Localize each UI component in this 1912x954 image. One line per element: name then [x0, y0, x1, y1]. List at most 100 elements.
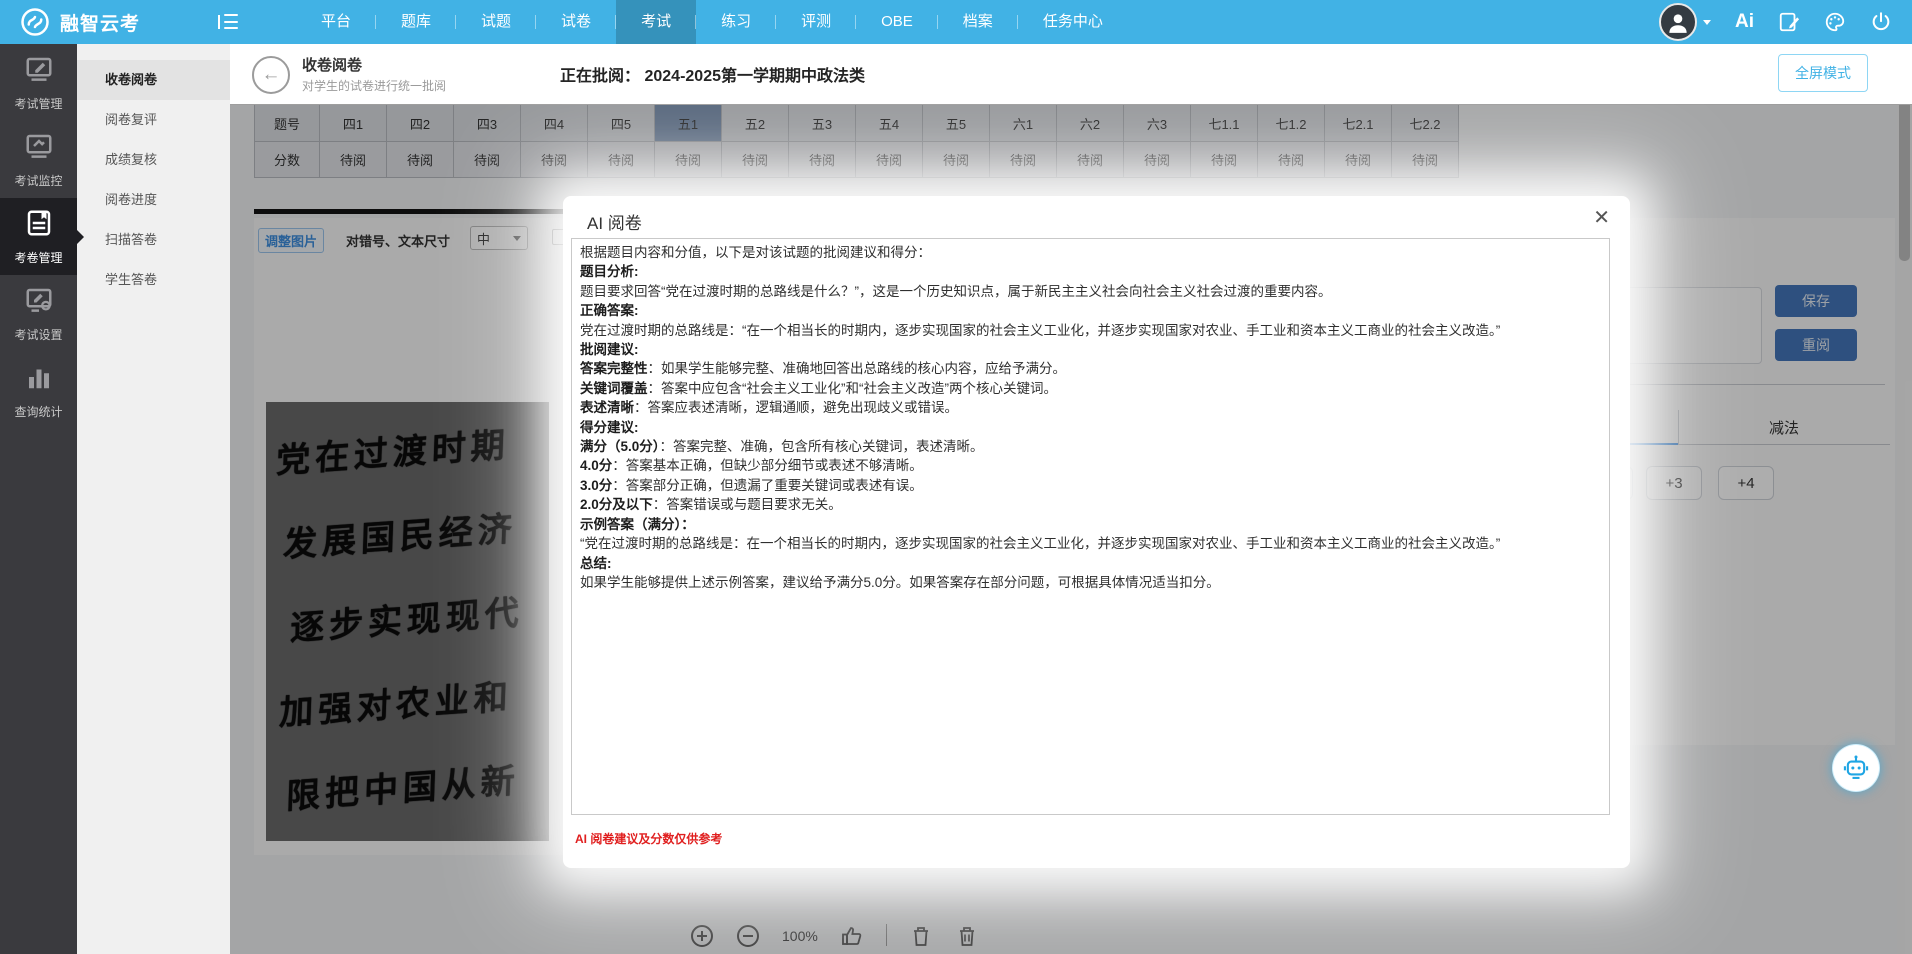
question-cell[interactable]: 五1 — [655, 104, 722, 141]
nav-tab-7[interactable]: 评测 — [776, 0, 856, 44]
nav-tab-2[interactable]: 题库 — [376, 0, 456, 44]
ai-text-span: “党在过渡时期的总路线是：在一个相当长的时期内，逐步实现国家的社会主义工业化，并… — [580, 536, 1500, 551]
size-select[interactable]: 中 — [470, 226, 528, 250]
thumb-up-icon[interactable] — [840, 924, 864, 948]
question-cell[interactable]: 七2.1 — [1325, 104, 1392, 141]
score-cell[interactable]: 待阅 — [722, 141, 789, 178]
regrade-button[interactable]: 重阅 — [1775, 329, 1857, 361]
submenu-item-1[interactable]: 收卷阅卷 — [77, 60, 230, 100]
handwriting-line: 发展国民经济 — [282, 499, 549, 568]
nav-right: Ai — [1659, 3, 1912, 41]
back-button[interactable]: ← — [252, 56, 290, 94]
question-cell[interactable]: 四5 — [588, 104, 655, 141]
sidebar-item-2[interactable]: 考试监控 — [0, 121, 77, 198]
score-cell[interactable]: 待阅 — [1057, 141, 1124, 178]
score-cell[interactable]: 待阅 — [655, 141, 722, 178]
submenu-item-6[interactable]: 学生答卷 — [77, 260, 230, 300]
nav-tab-5[interactable]: 考试 — [616, 0, 696, 44]
question-cell[interactable]: 四1 — [320, 104, 387, 141]
sidebar-item-1[interactable]: 考试管理 — [0, 44, 77, 121]
adjust-image-button[interactable]: 调整图片 — [258, 228, 324, 253]
question-cell[interactable]: 六2 — [1057, 104, 1124, 141]
ai-text-bold: 答案完整性 — [580, 361, 648, 376]
size-select-value: 中 — [477, 229, 490, 248]
score-cell[interactable]: 待阅 — [1191, 141, 1258, 178]
question-cell[interactable]: 七1.1 — [1191, 104, 1258, 141]
ai-assistant-button[interactable] — [1833, 745, 1879, 791]
score-cell[interactable]: 待阅 — [1325, 141, 1392, 178]
nav-tab-4[interactable]: 试卷 — [536, 0, 616, 44]
ai-text-line: 满分（5.0分）：答案完整、准确，包含所有核心关键词，表述清晰。 — [580, 437, 1601, 456]
nav-tab-3[interactable]: 试题 — [456, 0, 536, 44]
grading-label: 正在批阅： — [560, 68, 640, 85]
nav-tab-9[interactable]: 档案 — [938, 0, 1018, 44]
ai-text-span: 党在过渡时期的总路线是：“在一个相当长的时期内，逐步实现国家的社会主义工业化，并… — [580, 323, 1500, 338]
question-cell[interactable]: 六1 — [990, 104, 1057, 141]
user-icon — [1665, 9, 1691, 35]
close-icon[interactable]: ✕ — [1593, 206, 1610, 230]
score-cell[interactable]: 待阅 — [923, 141, 990, 178]
delete-icon[interactable] — [909, 924, 933, 948]
theme-palette-icon[interactable] — [1824, 11, 1846, 33]
sidebar-item-3[interactable]: 考卷管理 — [0, 198, 77, 275]
nav-tab-6[interactable]: 练习 — [696, 0, 776, 44]
submenu-item-4[interactable]: 阅卷进度 — [77, 180, 230, 220]
score-cell[interactable]: 待阅 — [320, 141, 387, 178]
tab-subtraction[interactable]: 减法 — [1678, 410, 1890, 444]
collapse-menu-icon[interactable] — [218, 14, 238, 30]
nav-tab-8[interactable]: OBE — [856, 0, 938, 44]
ai-icon[interactable]: Ai — [1735, 11, 1754, 33]
save-button[interactable]: 保存 — [1775, 285, 1857, 317]
sidebar-item-5[interactable]: 查询统计 — [0, 352, 77, 429]
score-cell[interactable]: 待阅 — [856, 141, 923, 178]
score-cell[interactable]: 待阅 — [387, 141, 454, 178]
score-key-plus3[interactable]: +3 — [1646, 466, 1702, 500]
ai-text-line: 如果学生能够提供上述示例答案，建议给予满分5.0分。如果答案存在部分问题，可根据… — [580, 573, 1601, 592]
exam-admin-icon — [24, 54, 54, 89]
question-cell[interactable]: 五3 — [789, 104, 856, 141]
question-cell[interactable]: 六3 — [1124, 104, 1191, 141]
score-key-plus4[interactable]: +4 — [1718, 466, 1774, 500]
submenu-item-2[interactable]: 阅卷复评 — [77, 100, 230, 140]
zoom-in-icon[interactable] — [690, 924, 714, 948]
score-cell[interactable]: 待阅 — [1392, 141, 1459, 178]
score-cell[interactable]: 待阅 — [521, 141, 588, 178]
sidebar-item-label: 查询统计 — [14, 403, 62, 420]
toolbar-divider — [886, 924, 887, 946]
nav-tab-10[interactable]: 任务中心 — [1018, 0, 1128, 44]
sidebar-item-4[interactable]: 考试设置 — [0, 275, 77, 352]
zoom-out-icon[interactable] — [736, 924, 760, 948]
score-cell[interactable]: 待阅 — [588, 141, 655, 178]
avatar[interactable] — [1659, 3, 1697, 41]
score-cell[interactable]: 待阅 — [1124, 141, 1191, 178]
question-cell[interactable]: 五5 — [923, 104, 990, 141]
question-cell[interactable]: 五2 — [722, 104, 789, 141]
app-logo-icon — [20, 7, 50, 37]
logout-power-icon[interactable] — [1870, 11, 1892, 33]
submenu-item-5[interactable]: 扫描答卷 — [77, 220, 230, 260]
score-cell[interactable]: 待阅 — [454, 141, 521, 178]
question-cell[interactable]: 四2 — [387, 104, 454, 141]
ai-text-bold: 2.0分及以下 — [580, 497, 653, 512]
scrollbar-thumb[interactable] — [1899, 104, 1910, 261]
question-cell[interactable]: 四3 — [454, 104, 521, 141]
ai-text-bold: 批阅建议: — [580, 342, 639, 357]
delete-all-icon[interactable] — [955, 924, 979, 948]
fullscreen-button[interactable]: 全屏模式 — [1778, 54, 1868, 92]
paper-manage-icon — [24, 208, 54, 243]
user-menu[interactable] — [1659, 3, 1711, 41]
question-cell[interactable]: 七1.2 — [1258, 104, 1325, 141]
score-cell[interactable]: 待阅 — [1258, 141, 1325, 178]
feedback-icon[interactable] — [1778, 11, 1800, 33]
ai-suggestion-text[interactable]: 根据题目内容和分值，以下是对该试题的批阅建议和得分：题目分析:题目要求回答“党在… — [571, 238, 1610, 815]
question-cell[interactable]: 五4 — [856, 104, 923, 141]
score-cell[interactable]: 待阅 — [990, 141, 1057, 178]
question-cell[interactable]: 七2.2 — [1392, 104, 1459, 141]
ai-text-line: 2.0分及以下：答案错误或与题目要求无关。 — [580, 495, 1601, 514]
content-scrollbar[interactable]: ▲ — [1897, 104, 1912, 954]
submenu-item-3[interactable]: 成绩复核 — [77, 140, 230, 180]
question-score-row: 分数待阅待阅待阅待阅待阅待阅待阅待阅待阅待阅待阅待阅待阅待阅待阅待阅待阅 — [254, 141, 1459, 178]
score-cell[interactable]: 待阅 — [789, 141, 856, 178]
nav-tab-1[interactable]: 平台 — [296, 0, 376, 44]
question-cell[interactable]: 四4 — [521, 104, 588, 141]
